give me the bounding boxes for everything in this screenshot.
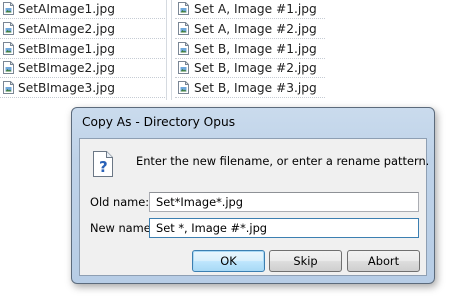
file-name: SetBImage2.jpg — [18, 61, 116, 76]
new-name-label: New name: — [90, 221, 155, 235]
list-item[interactable]: SetBImage3.jpg — [0, 79, 165, 99]
skip-button[interactable]: Skip — [269, 250, 342, 272]
file-name: Set A, Image #2.jpg — [194, 21, 317, 36]
image-file-icon — [178, 41, 189, 55]
abort-button[interactable]: Abort — [347, 250, 420, 272]
list-item[interactable]: SetAImage1.jpg — [0, 0, 165, 19]
dialog-prompt: Enter the new filename, or enter a renam… — [136, 154, 430, 168]
image-file-icon — [178, 21, 189, 35]
file-name: Set B, Image #2.jpg — [194, 61, 317, 76]
column-divider — [166, 0, 167, 100]
file-name: SetAImage2.jpg — [18, 21, 116, 36]
old-name-field[interactable] — [149, 192, 419, 212]
column-divider — [171, 0, 172, 100]
file-list-left: SetAImage1.jpg SetAImage2.jpg SetBImage1… — [0, 0, 165, 99]
dialog-body: ? Enter the new filename, or enter a ren… — [79, 138, 430, 276]
copy-as-dialog: Copy As - Directory Opus ? Enter the new… — [71, 107, 435, 284]
image-file-icon — [3, 81, 14, 95]
list-item[interactable]: Set B, Image #1.jpg — [175, 40, 325, 59]
dialog-title[interactable]: Copy As - Directory Opus — [82, 115, 235, 129]
list-item[interactable]: Set B, Image #3.jpg — [175, 79, 325, 99]
ok-button[interactable]: OK — [192, 250, 265, 272]
help-question-icon: ? — [93, 151, 113, 177]
list-item[interactable]: Set B, Image #2.jpg — [175, 59, 325, 79]
file-name: Set B, Image #3.jpg — [194, 81, 317, 96]
image-file-icon — [178, 61, 189, 75]
image-file-icon — [3, 41, 14, 55]
image-file-icon — [3, 61, 14, 75]
old-name-label: Old name: — [90, 195, 150, 209]
file-name: Set A, Image #1.jpg — [194, 2, 317, 16]
list-item[interactable]: SetBImage2.jpg — [0, 59, 165, 79]
list-item[interactable]: SetBImage1.jpg — [0, 40, 165, 59]
image-file-icon — [3, 21, 14, 35]
file-list-right: Set A, Image #1.jpg Set A, Image #2.jpg … — [175, 0, 325, 99]
file-name: SetBImage1.jpg — [18, 41, 116, 56]
list-item[interactable]: Set A, Image #2.jpg — [175, 20, 325, 39]
image-file-icon — [178, 2, 189, 15]
image-file-icon — [3, 2, 14, 15]
file-name: SetAImage1.jpg — [18, 2, 116, 16]
new-name-field[interactable] — [149, 218, 419, 238]
svg-text:?: ? — [99, 158, 108, 176]
list-item[interactable]: SetAImage2.jpg — [0, 20, 165, 39]
image-file-icon — [178, 81, 189, 95]
list-item[interactable]: Set A, Image #1.jpg — [175, 0, 325, 19]
file-name: SetBImage3.jpg — [18, 81, 116, 96]
file-name: Set B, Image #1.jpg — [194, 41, 317, 56]
